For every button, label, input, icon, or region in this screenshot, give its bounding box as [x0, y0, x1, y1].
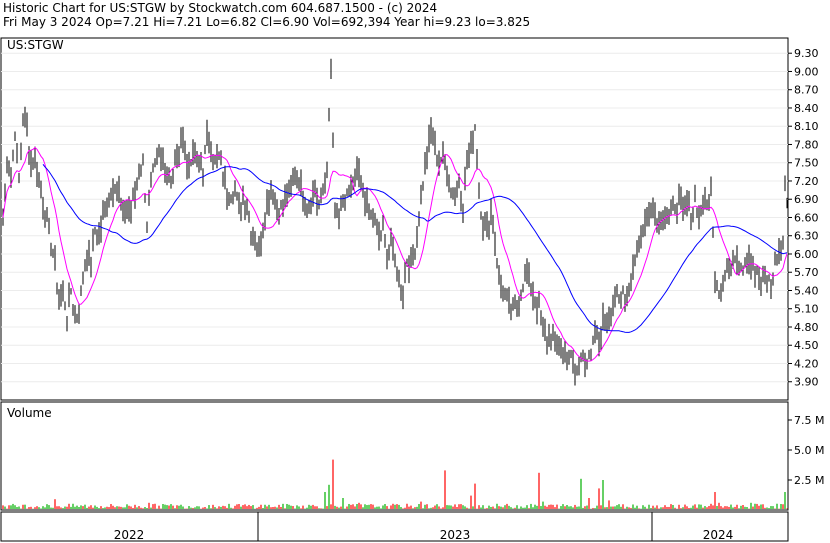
price-tick-label: 5.10: [794, 303, 819, 316]
price-tick-label: 4.80: [794, 321, 819, 334]
price-tick-label: 6.00: [794, 248, 819, 261]
price-tick-label: 9.00: [794, 65, 819, 78]
volume-panel: [0, 401, 789, 511]
chart-title: Historic Chart for US:STGW by Stockwatch…: [3, 1, 438, 15]
price-tick-label: 8.70: [794, 84, 819, 97]
price-tick-label: 4.20: [794, 357, 819, 370]
price-tick-label: 9.30: [794, 47, 819, 60]
quote-summary: Fri May 3 2024 Op=7.21 Hi=7.21 Lo=6.82 C…: [3, 15, 531, 29]
price-tick-label: 4.50: [794, 339, 819, 352]
price-tick-label: 7.80: [794, 138, 819, 151]
price-tick-label: 5.40: [794, 284, 819, 297]
volume-tick-label: 2.5 M: [794, 474, 824, 487]
price-tick-label: 3.90: [794, 376, 819, 389]
price-tick-label: 6.30: [794, 230, 819, 243]
price-tick-label: 8.40: [794, 102, 819, 115]
price-tick-label: 7.20: [794, 175, 819, 188]
price-tick-label: 8.10: [794, 120, 819, 133]
volume-label: Volume: [7, 406, 52, 420]
price-tick-label: 6.90: [794, 193, 819, 206]
price-tick-label: 6.60: [794, 211, 819, 224]
symbol-label: US:STGW: [7, 38, 64, 52]
price-tick-label: 7.50: [794, 157, 819, 170]
year-label: 2022: [114, 528, 145, 542]
stock-chart: 9.30 9.00 8.70 8.40 8.10 7.80 7.50 7.20 6.90 6.60…: [0, 37, 824, 542]
year-label: 2024: [703, 528, 734, 542]
volume-tick-label: 7.5 M: [794, 414, 824, 427]
price-tick-label: 5.70: [794, 266, 819, 279]
volume-tick-label: 5.0 M: [794, 444, 824, 457]
year-label: 2023: [440, 528, 471, 542]
